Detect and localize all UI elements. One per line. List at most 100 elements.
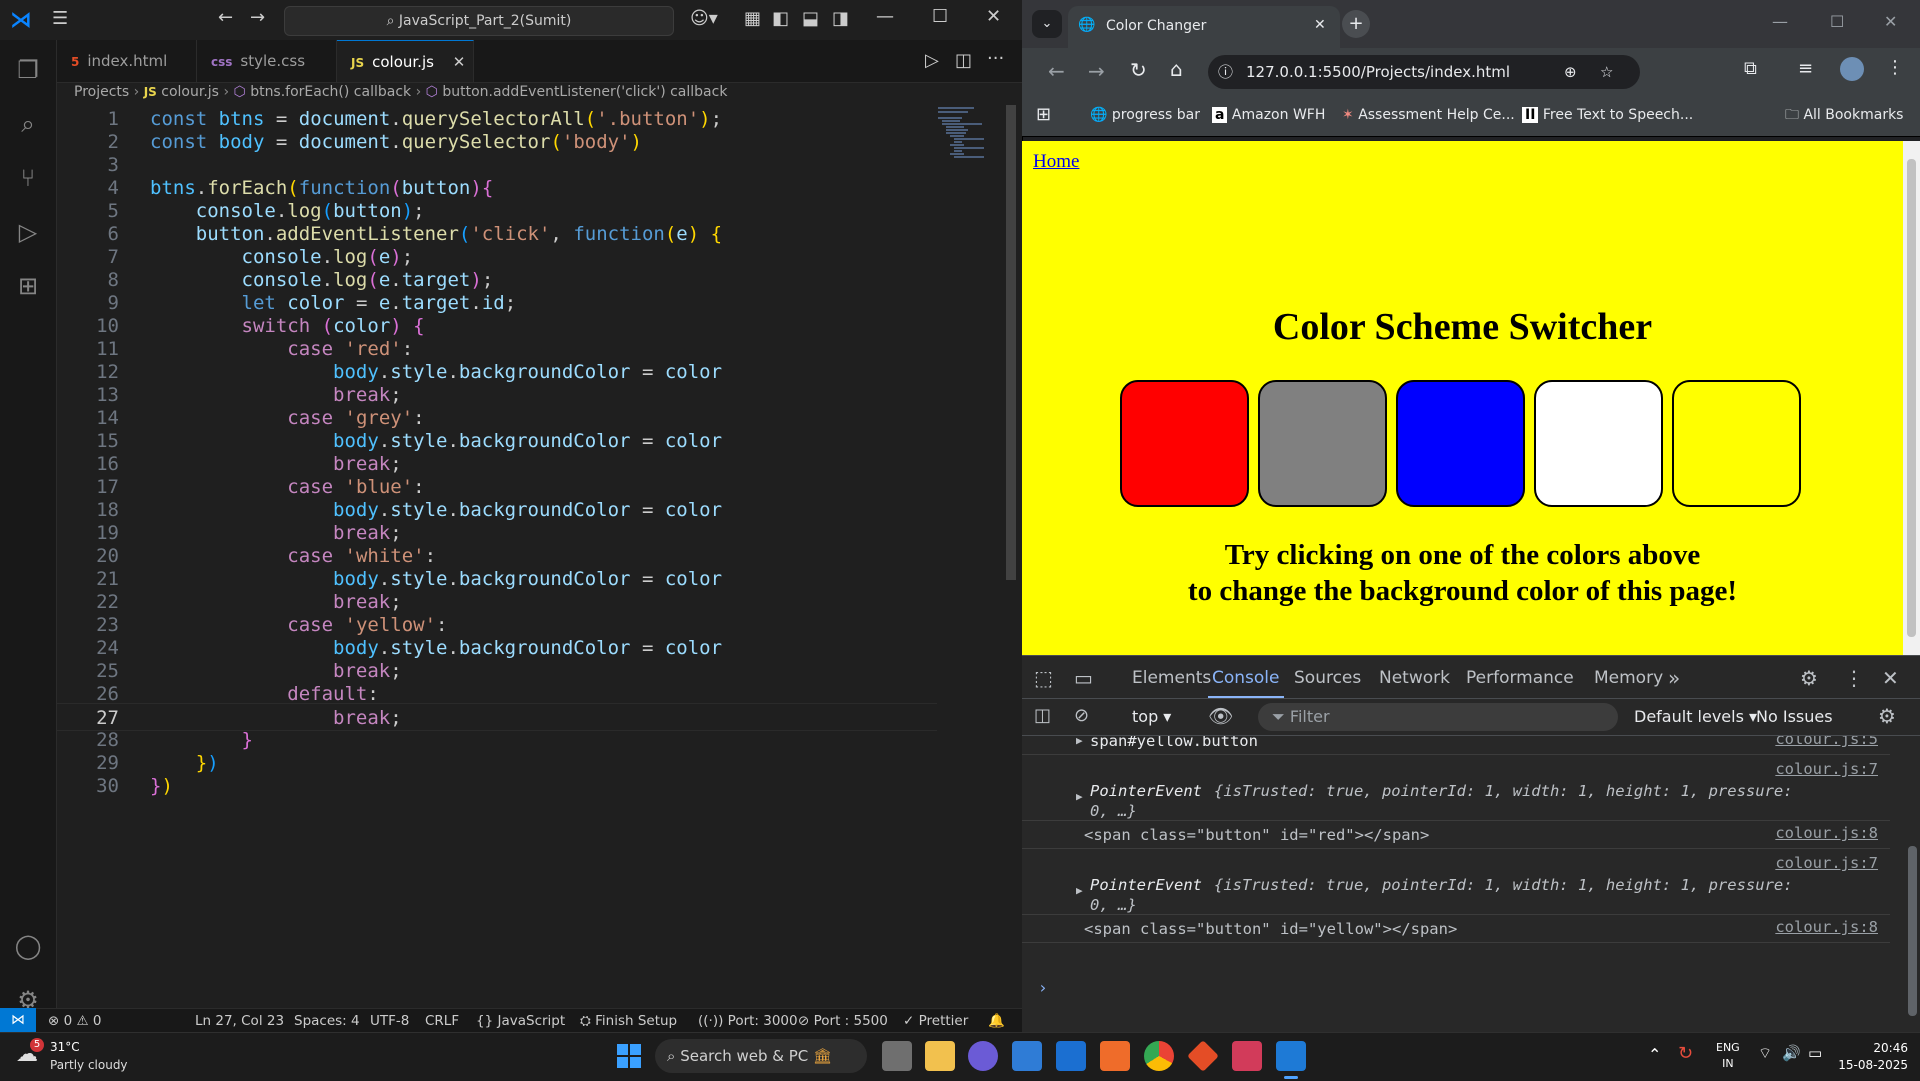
wifi-icon[interactable]: ⌔ bbox=[1758, 1044, 1772, 1063]
devtools-menu-icon[interactable]: ⋮ bbox=[1844, 656, 1864, 698]
address-bar[interactable]: ⓘ 127.0.0.1:5500/Projects/index.html ⊕ ☆ bbox=[1208, 55, 1640, 89]
source-link[interactable]: colour.js:7 bbox=[1775, 854, 1878, 872]
swatch-red[interactable] bbox=[1120, 380, 1249, 507]
split-editor-icon[interactable]: ◫ bbox=[955, 50, 972, 71]
site-info-icon[interactable]: ⓘ bbox=[1218, 55, 1233, 89]
code-editor[interactable]: 1 const btns = document.querySelectorAll(… bbox=[57, 105, 1003, 1008]
finish-setup[interactable]: ⛭ Finish Setup bbox=[580, 1009, 677, 1033]
tab-console[interactable]: Console bbox=[1208, 656, 1284, 698]
postman-app-icon[interactable] bbox=[1100, 1041, 1130, 1071]
language-mode[interactable]: {} JavaScript bbox=[476, 1009, 565, 1033]
search-view-icon[interactable]: ⌕ bbox=[10, 106, 46, 142]
cursor-position[interactable]: Ln 27, Col 23 bbox=[195, 1009, 284, 1033]
live-expression-eye-icon[interactable]: 👁 bbox=[1208, 704, 1233, 728]
console-settings-icon[interactable]: ⚙ bbox=[1878, 704, 1896, 728]
source-link[interactable]: colour.js:8 bbox=[1775, 824, 1878, 842]
maximize-icon[interactable]: ☐ bbox=[1830, 12, 1844, 31]
run-debug-icon[interactable]: ▷ bbox=[10, 214, 46, 250]
extensions-puzzle-icon[interactable]: ⧉ bbox=[1744, 58, 1757, 79]
command-center-search[interactable]: ⌕ JavaScript_Part_2(Sumit) bbox=[284, 6, 674, 36]
copilot-icon[interactable]: ☺▾ bbox=[690, 8, 718, 29]
forward-icon[interactable]: → bbox=[1088, 59, 1105, 83]
source-link[interactable]: colour.js:8 bbox=[1775, 918, 1878, 936]
tab-colour-js[interactable]: JS colour.js ✕ bbox=[337, 40, 474, 82]
minimize-icon[interactable]: — bbox=[876, 6, 894, 27]
scrollbar-thumb[interactable] bbox=[1006, 105, 1016, 580]
line-ending[interactable]: CRLF bbox=[425, 1009, 459, 1033]
sidebar-toggle-icon[interactable]: ◫ bbox=[1034, 705, 1051, 726]
error-count[interactable]: ⊗ 0 ⚠ 0 bbox=[48, 1009, 102, 1033]
swatch-yellow[interactable] bbox=[1672, 380, 1801, 507]
log-levels-dropdown[interactable]: Default levels ▾ bbox=[1634, 707, 1757, 726]
source-link[interactable]: colour.js:7 bbox=[1775, 760, 1878, 778]
swatch-white[interactable] bbox=[1534, 380, 1663, 507]
snipping-tool-icon[interactable] bbox=[1232, 1041, 1262, 1071]
device-toolbar-icon[interactable]: ▭ bbox=[1074, 656, 1093, 698]
file-explorer-icon[interactable] bbox=[925, 1041, 955, 1071]
issues-counter[interactable]: No Issues bbox=[1756, 707, 1833, 726]
console-filter[interactable]: ⏷ Filter bbox=[1258, 703, 1618, 731]
source-control-icon[interactable]: ⑂ bbox=[10, 160, 46, 196]
task-view-icon[interactable] bbox=[882, 1041, 912, 1071]
tab-style-css[interactable]: css style.css bbox=[197, 40, 337, 82]
devtools-close-icon[interactable]: ✕ bbox=[1882, 656, 1899, 698]
back-icon[interactable]: ← bbox=[1048, 59, 1065, 83]
chrome-app-icon[interactable] bbox=[1144, 1041, 1174, 1071]
reload-icon[interactable]: ↻ bbox=[1130, 58, 1147, 82]
sync-icon[interactable]: ↻ bbox=[1678, 1043, 1693, 1064]
media-controls-icon[interactable]: ≡ bbox=[1798, 58, 1813, 79]
tab-network[interactable]: Network bbox=[1379, 656, 1450, 698]
console-scrollbar[interactable] bbox=[1905, 736, 1920, 1032]
tab-performance[interactable]: Performance bbox=[1466, 656, 1574, 698]
devtools-settings-icon[interactable]: ⚙ bbox=[1800, 656, 1818, 698]
battery-icon[interactable]: ▭ bbox=[1808, 1044, 1822, 1062]
bookmark-assessment-help[interactable]: ✶ Assessment Help Ce... bbox=[1342, 94, 1515, 136]
breadcrumb-item[interactable]: button.addEventListener('click') callbac… bbox=[442, 84, 727, 100]
toggle-secondary-sidebar-icon[interactable]: ◨ bbox=[832, 8, 849, 29]
bookmark-free-tts[interactable]: II Free Text to Speech... bbox=[1522, 94, 1693, 136]
vscode-app-icon[interactable] bbox=[1276, 1041, 1306, 1071]
bookmark-progress-bar[interactable]: 🌐 progress bar bbox=[1090, 94, 1200, 136]
remote-indicator-icon[interactable]: ⋈ bbox=[0, 1008, 36, 1032]
customize-layout-icon[interactable]: ▦ bbox=[744, 8, 761, 29]
scrollbar-thumb[interactable] bbox=[1908, 846, 1917, 1016]
swatch-grey[interactable] bbox=[1258, 380, 1387, 507]
toggle-sidebar-icon[interactable]: ◧ bbox=[772, 8, 789, 29]
zoom-icon[interactable]: ⊕ bbox=[1564, 55, 1577, 89]
azure-app-icon[interactable] bbox=[1056, 1041, 1086, 1071]
toggle-panel-icon[interactable]: ⬓ bbox=[802, 8, 819, 29]
copilot-app-icon[interactable] bbox=[968, 1041, 998, 1071]
all-bookmarks[interactable]: 🗀 All Bookmarks bbox=[1785, 94, 1903, 136]
source-link[interactable]: colour.js:5 bbox=[1775, 736, 1878, 748]
home-icon[interactable]: ⌂ bbox=[1170, 57, 1183, 81]
show-hidden-icons[interactable]: ⌃ bbox=[1648, 1045, 1661, 1064]
console-prompt-icon[interactable]: › bbox=[1038, 978, 1048, 997]
bookmark-star-icon[interactable]: ☆ bbox=[1600, 55, 1613, 89]
editor-scrollbar[interactable] bbox=[1004, 105, 1018, 1008]
close-window-icon[interactable]: ✕ bbox=[1884, 12, 1897, 31]
close-tab-icon[interactable]: ✕ bbox=[453, 53, 466, 71]
live-server-port-3000[interactable]: ((·)) Port: 3000 bbox=[698, 1009, 798, 1033]
notifications-bell-icon[interactable]: 🔔 bbox=[988, 1009, 1005, 1033]
chrome-menu-icon[interactable]: ⋮ bbox=[1886, 57, 1904, 78]
home-link[interactable]: Home bbox=[1033, 151, 1079, 173]
expand-arrow-icon[interactable]: ▶ bbox=[1076, 884, 1083, 897]
scrollbar-thumb[interactable] bbox=[1907, 159, 1916, 637]
expand-arrow-icon[interactable]: ▶ bbox=[1076, 790, 1083, 803]
inspect-element-icon[interactable]: ⬚ bbox=[1034, 656, 1053, 698]
forward-arrow-icon[interactable]: → bbox=[250, 7, 265, 28]
minimize-icon[interactable]: — bbox=[1772, 12, 1788, 31]
more-actions-icon[interactable]: ··· bbox=[987, 48, 1004, 69]
breadcrumb-item[interactable]: colour.js bbox=[161, 84, 219, 100]
run-file-icon[interactable]: ▷ bbox=[925, 50, 939, 71]
extensions-icon[interactable]: ⊞ bbox=[10, 268, 46, 304]
indentation[interactable]: Spaces: 4 bbox=[294, 1009, 360, 1033]
back-arrow-icon[interactable]: ← bbox=[218, 7, 233, 28]
tab-index-html[interactable]: 5 index.html bbox=[57, 40, 197, 82]
close-tab-icon[interactable]: ✕ bbox=[1314, 17, 1326, 33]
microsoft-store-icon[interactable] bbox=[1012, 1041, 1042, 1071]
encoding[interactable]: UTF-8 bbox=[370, 1009, 409, 1033]
tab-memory[interactable]: Memory bbox=[1594, 656, 1663, 698]
tab-search-icon[interactable]: ⌄ bbox=[1032, 10, 1062, 38]
minimap[interactable] bbox=[936, 105, 996, 165]
